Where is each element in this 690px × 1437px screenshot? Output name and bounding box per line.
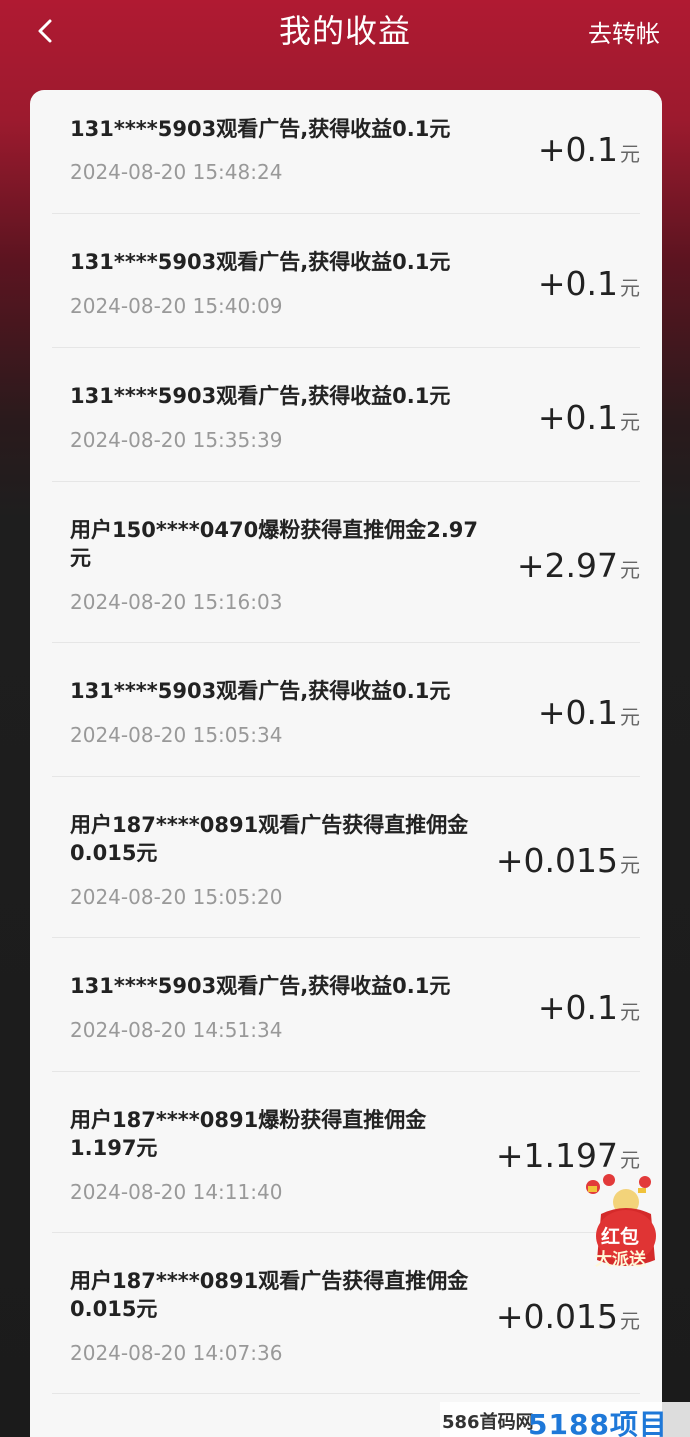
amount-value: +1.197 [495, 1136, 618, 1175]
amount-value: +0.1 [537, 693, 618, 732]
record-time: 2024-08-20 15:35:39 [70, 428, 283, 452]
record-amount: +0.015 元 [496, 841, 640, 880]
amount-unit: 元 [620, 276, 640, 300]
amount-value: +0.1 [537, 988, 618, 1027]
amount-value: +0.1 [537, 264, 618, 303]
amount-value: +0.015 [495, 841, 618, 880]
top-bar: 我的收益 去转帐 [0, 0, 690, 60]
record-amount: +0.015 元 [496, 1297, 640, 1336]
record-amount: +0.1 元 [538, 988, 640, 1027]
amount-unit: 元 [620, 1148, 640, 1172]
record-time: 2024-08-20 15:48:24 [70, 160, 283, 184]
list-item[interactable]: 131****5903观看广告,获得收益0.1元 2024-08-20 14:5… [52, 938, 640, 1072]
record-time: 2024-08-20 14:07:36 [70, 1341, 283, 1365]
amount-value: +0.015 [495, 1297, 618, 1336]
record-description: 用户150****0470爆粉获得直推佣金2.97元 [70, 518, 479, 570]
record-amount: +1.197 元 [496, 1136, 640, 1175]
red-packet-promo[interactable]: 红包 大派送 [583, 1172, 669, 1272]
watermark-logo: 5188项目网 [528, 1408, 668, 1437]
amount-unit: 元 [620, 1000, 640, 1024]
record-amount: +0.1 元 [538, 130, 640, 169]
record-description: 131****5903观看广告,获得收益0.1元 [70, 117, 451, 141]
record-amount: +2.97 元 [517, 546, 640, 585]
amount-value: +0.1 [537, 130, 618, 169]
list-item[interactable]: 用户187****0891爆粉获得直推佣金1.197元 2024-08-20 1… [52, 1072, 640, 1233]
amount-unit: 元 [620, 410, 640, 434]
record-amount: +0.1 元 [538, 398, 640, 437]
record-time: 2024-08-20 15:40:09 [70, 294, 283, 318]
amount-unit: 元 [620, 142, 640, 166]
list-item[interactable]: 用户187****0891观看广告获得直推佣金0.015元 2024-08-20… [52, 1233, 640, 1394]
amount-value: +0.1 [537, 398, 618, 437]
list-item[interactable]: 用户187****0891观看广告获得直推佣金0.015元 2024-08-20… [52, 777, 640, 938]
record-description: 131****5903观看广告,获得收益0.1元 [70, 384, 451, 408]
record-time: 2024-08-20 14:51:34 [70, 1018, 283, 1042]
record-time: 2024-08-20 15:16:03 [70, 590, 283, 614]
list-item[interactable]: 131****5903观看广告,获得收益0.1元 2024-08-20 15:4… [52, 214, 640, 348]
promo-line-2: 大派送 [595, 1250, 646, 1270]
earnings-list: 131****5903观看广告,获得收益0.1元 2024-08-20 15:4… [30, 90, 662, 1437]
watermark: 586首码网 5188项目网 [440, 1402, 690, 1437]
list-item[interactable]: 用户150****0470爆粉获得直推佣金2.97元 2024-08-20 15… [52, 482, 640, 643]
amount-unit: 元 [620, 1309, 640, 1333]
list-item[interactable]: 131****5903观看广告,获得收益0.1元 2024-08-20 15:4… [52, 90, 640, 214]
amount-unit: 元 [620, 853, 640, 877]
record-description: 131****5903观看广告,获得收益0.1元 [70, 974, 451, 998]
record-amount: +0.1 元 [538, 693, 640, 732]
amount-value: +2.97 [516, 546, 618, 585]
record-description: 用户187****0891观看广告获得直推佣金0.015元 [70, 813, 469, 865]
record-time: 2024-08-20 14:11:40 [70, 1180, 283, 1204]
record-amount: +0.1 元 [538, 264, 640, 303]
page-title: 我的收益 [278, 12, 411, 50]
record-description: 用户187****0891爆粉获得直推佣金1.197元 [70, 1108, 427, 1160]
transfer-button[interactable]: 去转帐 [588, 14, 660, 49]
record-description: 131****5903观看广告,获得收益0.1元 [70, 250, 451, 274]
record-time: 2024-08-20 15:05:20 [70, 885, 283, 909]
list-item[interactable]: 131****5903观看广告,获得收益0.1元 2024-08-20 15:3… [52, 348, 640, 482]
record-description: 用户187****0891观看广告获得直推佣金0.015元 [70, 1269, 469, 1321]
amount-unit: 元 [620, 705, 640, 729]
amount-unit: 元 [620, 558, 640, 582]
watermark-text: 586首码网 [442, 1412, 534, 1433]
list-item[interactable]: 131****5903观看广告,获得收益0.1元 2024-08-20 15:0… [52, 643, 640, 777]
record-time: 2024-08-20 15:05:34 [70, 723, 283, 747]
record-description: 131****5903观看广告,获得收益0.1元 [70, 679, 451, 703]
